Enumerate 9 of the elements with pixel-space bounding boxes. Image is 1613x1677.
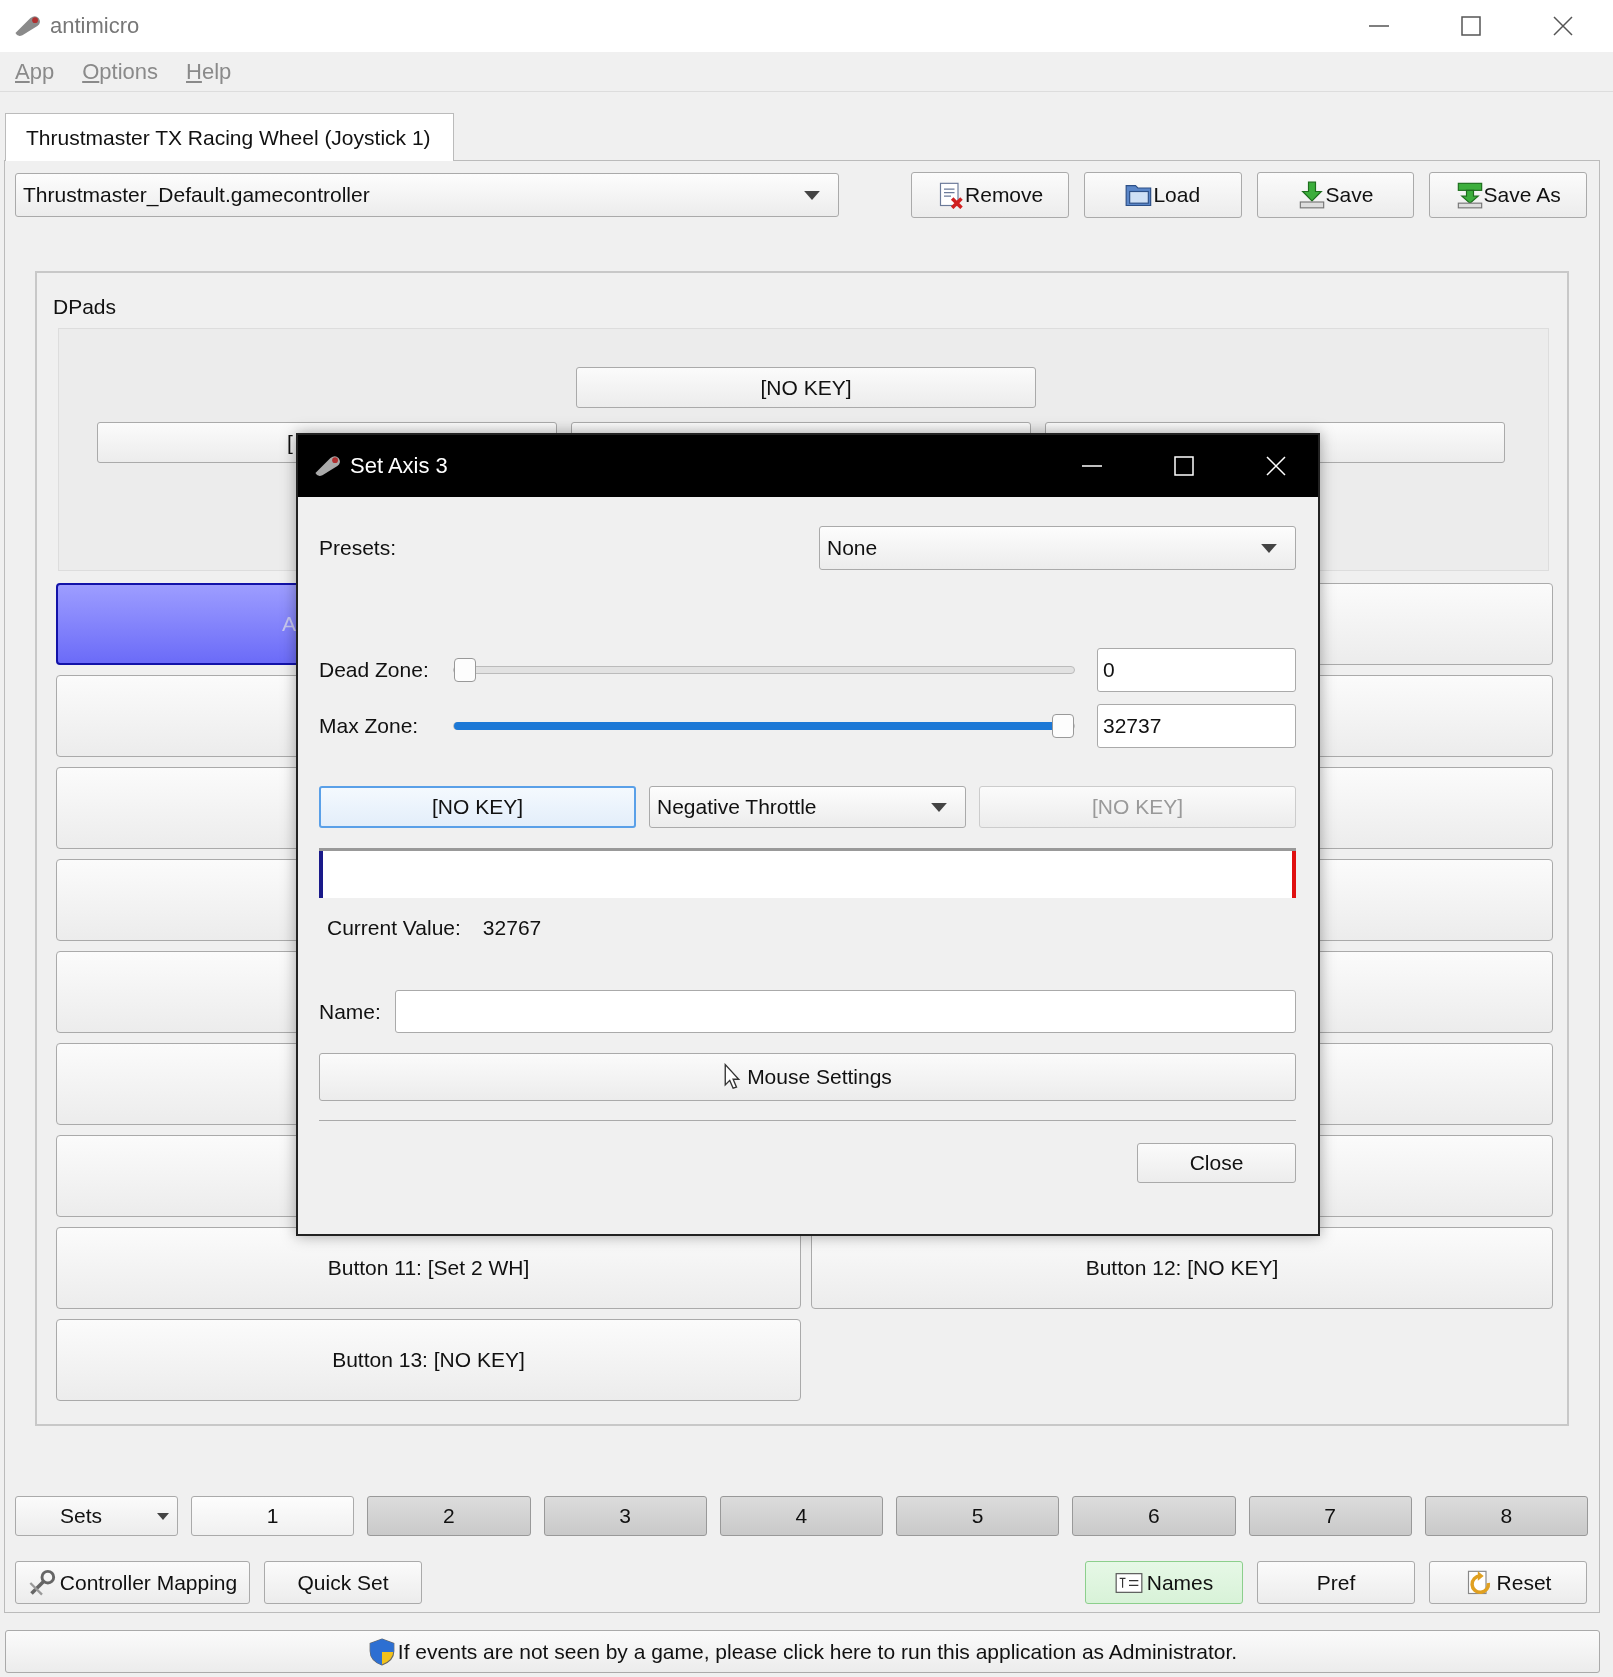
current-value: 32767 — [482, 916, 542, 940]
current-value-label: Current Value: — [327, 916, 461, 940]
max-zone-label: Max Zone: — [319, 714, 420, 738]
group-title: DPads — [53, 295, 117, 319]
dead-zone-label: Dead Zone: — [319, 658, 430, 682]
dialog-title: Set Axis 3 — [350, 453, 448, 479]
window-title: antimicro — [50, 13, 140, 39]
presets-label: Presets: — [319, 536, 397, 560]
name-label: Name: — [319, 999, 381, 1024]
